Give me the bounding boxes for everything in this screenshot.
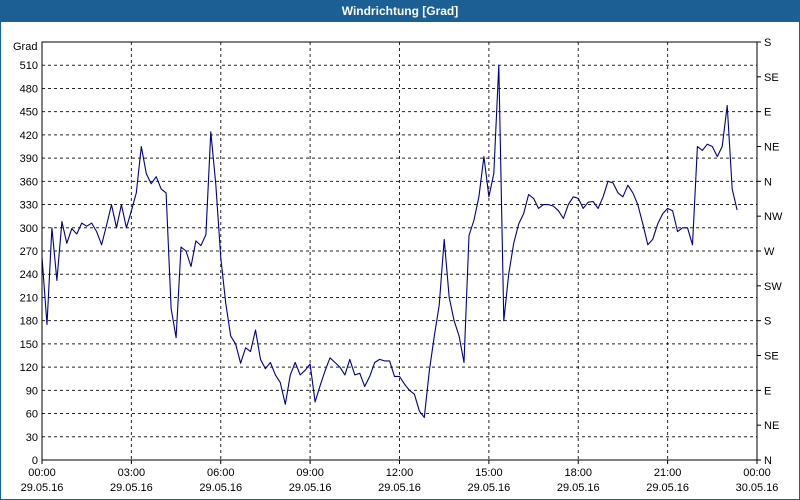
series-line <box>41 64 738 418</box>
grid-lines <box>41 42 758 461</box>
x-tick-time-label: 21:00 <box>654 467 682 479</box>
right-tick-label: N <box>764 176 772 188</box>
x-tick-time-label: 03:00 <box>118 467 146 479</box>
right-tick-labels: N NE E SE S SW W NW N NE E SE S <box>757 37 783 467</box>
x-tick-time-label: 06:00 <box>207 467 235 479</box>
right-tick-label: SE <box>764 351 779 363</box>
wind-direction-chart: Grad 0 30 60 90 120 150 180 210 240 270 300 330 360 3… <box>13 37 783 494</box>
y-tick-label: 330 <box>20 200 38 212</box>
right-tick-label: NW <box>764 211 783 223</box>
x-tick-time-label: 00:00 <box>28 467 56 479</box>
y-tick-labels: 0 30 60 90 120 150 180 210 240 270 300 330 360 390 420… <box>20 60 38 467</box>
x-tick-date-label: 29.05.16 <box>378 482 421 494</box>
x-tick-date-label: 29.05.16 <box>467 482 510 494</box>
y-tick-label: 480 <box>20 83 38 95</box>
y-tick-label: 240 <box>20 269 38 281</box>
series-lines <box>41 64 738 418</box>
y-tick-label: 420 <box>20 130 38 142</box>
right-tick-label: SE <box>764 72 779 84</box>
y-tick-label: 30 <box>26 432 38 444</box>
y-tick-label: 450 <box>20 107 38 119</box>
y-tick-label: 510 <box>20 60 38 72</box>
y-tick-label: 270 <box>20 246 38 258</box>
x-tick-date-label: 29.05.16 <box>557 482 600 494</box>
y-tick-label: 0 <box>32 455 38 467</box>
chart-area: Grad 0 30 60 90 120 150 180 210 240 270 300 330 360 3… <box>0 22 800 500</box>
right-tick-label: E <box>764 107 771 119</box>
y-tick-label: 150 <box>20 339 38 351</box>
y-tick-label: 360 <box>20 176 38 188</box>
x-tick-time-label: 18:00 <box>564 467 592 479</box>
y-tick-label: 120 <box>20 362 38 374</box>
x-tick-date-label: 29.05.16 <box>21 482 64 494</box>
x-tick-time-label: 09:00 <box>296 467 324 479</box>
right-tick-label: W <box>764 246 775 258</box>
right-tick-label: E <box>764 385 771 397</box>
right-tick-label: NE <box>764 420 779 432</box>
y-tick-label: 300 <box>20 223 38 235</box>
x-tick-date-label: 29.05.16 <box>110 482 153 494</box>
right-tick-label: N <box>764 455 772 467</box>
window-title: Windrichtung [Grad] <box>0 0 800 22</box>
x-tick-time-label: 15:00 <box>475 467 503 479</box>
y-tick-label: 180 <box>20 316 38 328</box>
y-tick-label: 60 <box>26 409 38 421</box>
y-tick-label: 210 <box>20 292 38 304</box>
y-tick-label: 90 <box>26 385 38 397</box>
x-tick-labels: 00:00 29.05.16 03:00 29.05.16 06:00 29.05.16 0… <box>21 460 779 494</box>
right-tick-label: S <box>764 37 771 49</box>
right-tick-label: S <box>764 316 771 328</box>
right-tick-label: SW <box>764 281 782 293</box>
x-tick-date-label: 29.05.16 <box>199 482 242 494</box>
y-axis-label: Grad <box>13 41 37 53</box>
x-tick-date-label: 30.05.16 <box>736 482 779 494</box>
x-tick-date-label: 29.05.16 <box>646 482 689 494</box>
x-tick-time-label: 12:00 <box>386 467 414 479</box>
y-tick-label: 390 <box>20 153 38 165</box>
right-tick-label: NE <box>764 142 779 154</box>
x-tick-time-label: 00:00 <box>743 467 771 479</box>
x-tick-date-label: 29.05.16 <box>289 482 332 494</box>
